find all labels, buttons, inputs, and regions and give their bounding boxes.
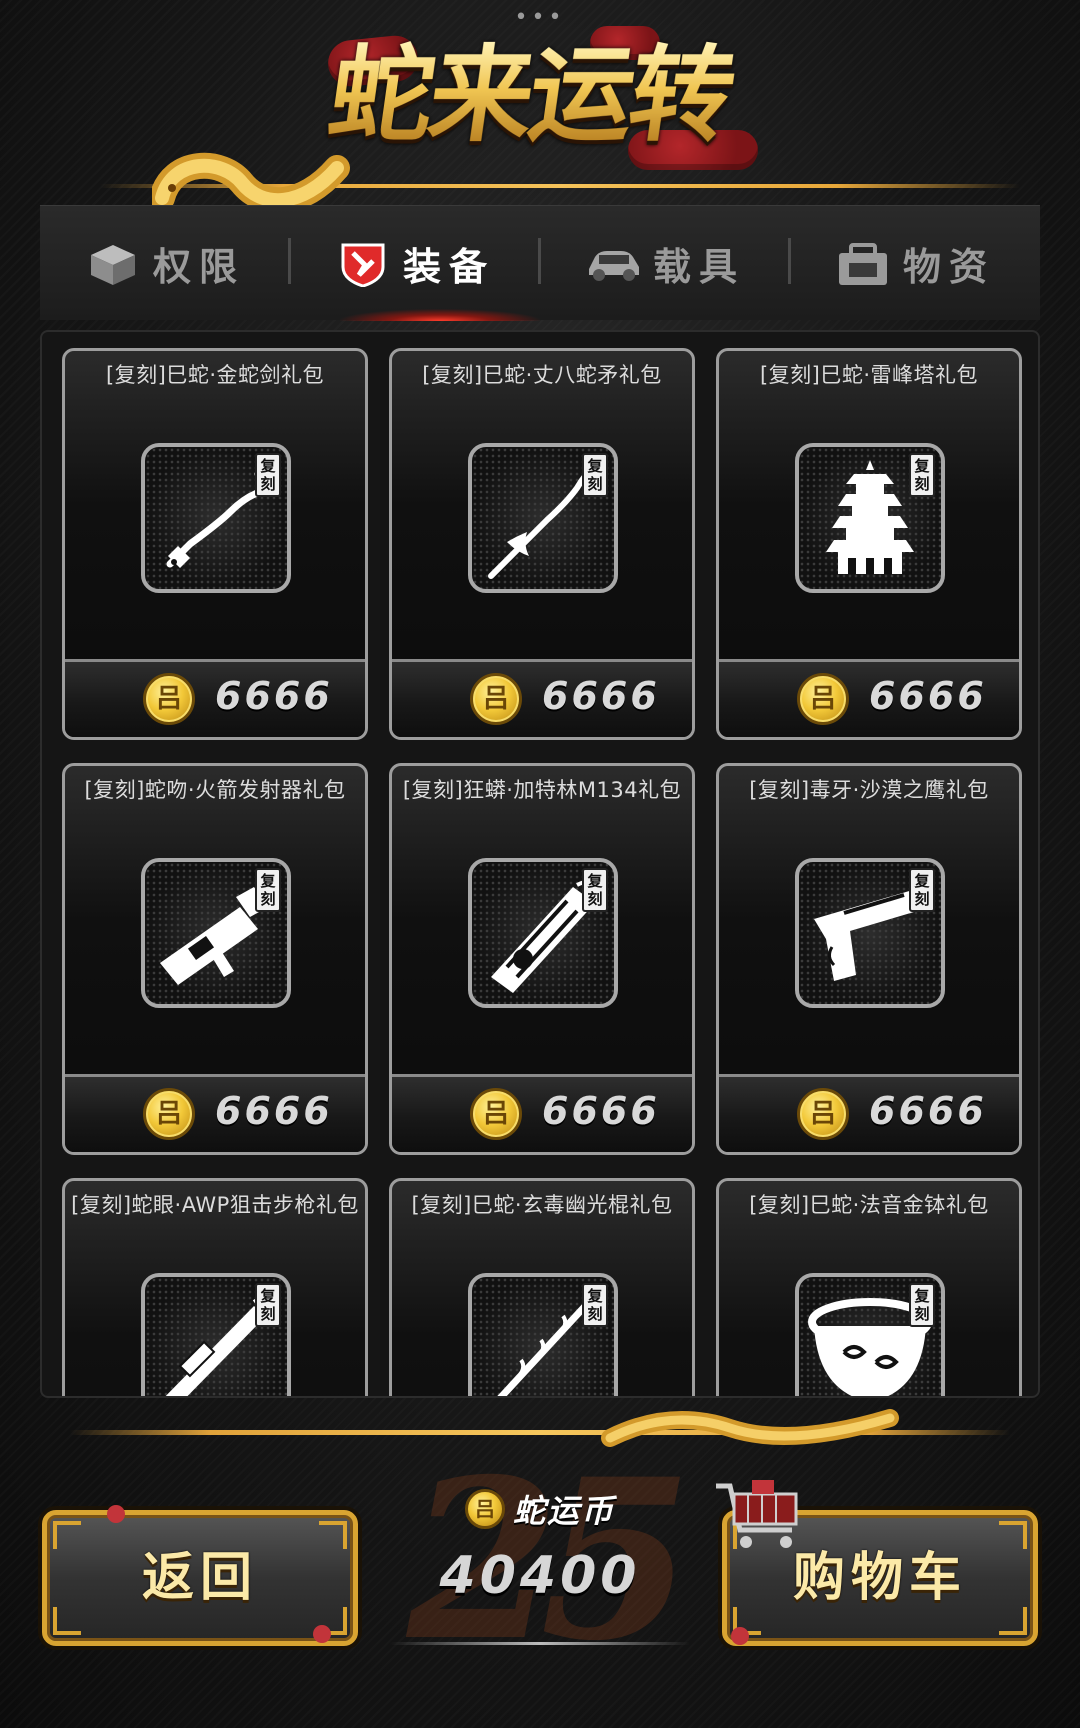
back-button-label: 返回 xyxy=(141,1548,258,1608)
coin-icon: 吕 xyxy=(464,1489,505,1529)
item-price: 6666 xyxy=(869,674,987,718)
tab-label: 权限 xyxy=(152,245,245,289)
price-bar: 吕 6666 xyxy=(719,659,1019,737)
item-icon-frame: 复刻 xyxy=(468,443,618,593)
item-icon-frame: 复刻 xyxy=(141,443,291,593)
rerun-badge: 复刻 xyxy=(909,453,935,497)
tab-supplies[interactable]: 物资 xyxy=(790,206,1040,321)
item-card[interactable]: [复刻]蛇吻·火箭发射器礼包 复刻 吕 6666 xyxy=(62,763,368,1155)
tab-label: 物资 xyxy=(902,245,995,289)
price-bar: 吕 6666 xyxy=(392,1074,692,1152)
coin-icon: 吕 xyxy=(470,673,522,725)
item-icon-frame: 复刻 xyxy=(468,1273,618,1396)
item-price: 6666 xyxy=(542,674,660,718)
price-bar: 吕 6666 xyxy=(65,1074,365,1152)
coin-icon: 吕 xyxy=(143,1088,195,1140)
item-card[interactable]: [复刻]毒牙·沙漠之鹰礼包 复刻 吕 6666 xyxy=(716,763,1022,1155)
coin-icon: 吕 xyxy=(797,1088,849,1140)
shopping-cart-icon xyxy=(716,1480,798,1548)
back-button[interactable]: 返回 xyxy=(42,1505,358,1646)
category-tabs: 权限 装备 载具 物资 xyxy=(40,205,1040,321)
item-price: 6666 xyxy=(869,1089,987,1133)
car-icon xyxy=(588,250,639,281)
tab-label: 载具 xyxy=(652,245,745,289)
event-title: 蛇来运转 xyxy=(292,33,767,156)
tab-permissions[interactable]: 权限 xyxy=(40,206,290,321)
item-icon-frame: 复刻 xyxy=(795,858,945,1008)
rerun-badge: 复刻 xyxy=(909,1283,935,1327)
rerun-badge: 复刻 xyxy=(255,453,281,497)
active-tab-indicator xyxy=(340,309,540,321)
golden-snake-icon xyxy=(601,1409,899,1447)
price-bar: 吕 6666 xyxy=(392,659,692,737)
box-icon xyxy=(90,244,135,285)
item-card[interactable]: [复刻]巳蛇·法音金钵礼包 复刻 xyxy=(716,1178,1022,1396)
event-header: 蛇来运转 xyxy=(0,0,1080,214)
item-price: 6666 xyxy=(542,1089,660,1133)
item-card[interactable]: [复刻]狂蟒·加特林M134礼包 复刻 吕 6666 xyxy=(389,763,695,1155)
currency-label: 蛇运币 xyxy=(512,1492,615,1530)
item-card[interactable]: [复刻]蛇眼·AWP狙击步枪礼包 复刻 xyxy=(62,1178,368,1396)
item-card[interactable]: [复刻]巳蛇·金蛇剑礼包 复刻 吕 6666 xyxy=(62,348,368,740)
item-icon-frame: 复刻 xyxy=(141,858,291,1008)
item-title: [复刻]巳蛇·丈八蛇矛礼包 xyxy=(422,363,662,387)
divider xyxy=(390,1642,690,1645)
price-bar: 吕 6666 xyxy=(65,659,365,737)
item-card[interactable]: [复刻]巳蛇·玄毒幽光棍礼包 复刻 xyxy=(389,1178,695,1396)
rerun-badge: 复刻 xyxy=(909,868,935,912)
rerun-badge: 复刻 xyxy=(582,453,608,497)
item-price: 6666 xyxy=(215,674,333,718)
supply-crate-icon xyxy=(838,242,887,285)
coin-icon: 吕 xyxy=(470,1088,522,1140)
tab-equipment[interactable]: 装备 xyxy=(290,206,540,321)
item-title: [复刻]巳蛇·金蛇剑礼包 xyxy=(105,363,325,387)
rerun-badge: 复刻 xyxy=(582,868,608,912)
item-price: 6666 xyxy=(215,1089,333,1133)
item-title: [复刻]蛇眼·AWP狙击步枪礼包 xyxy=(71,1193,359,1217)
shield-emblem-icon xyxy=(341,243,385,287)
currency-display: 吕 蛇运币 40400 xyxy=(370,1484,710,1645)
tab-label: 装备 xyxy=(402,245,495,289)
coin-icon: 吕 xyxy=(797,673,849,725)
item-title: [复刻]蛇吻·火箭发射器礼包 xyxy=(84,778,346,802)
item-card[interactable]: [复刻]巳蛇·雷峰塔礼包 复刻 吕 6666 xyxy=(716,348,1022,740)
item-title: [复刻]毒牙·沙漠之鹰礼包 xyxy=(749,778,989,802)
item-icon-frame: 复刻 xyxy=(795,1273,945,1396)
tab-vehicles[interactable]: 载具 xyxy=(540,206,790,321)
item-card[interactable]: [复刻]巳蛇·丈八蛇矛礼包 复刻 吕 6666 xyxy=(389,348,695,740)
item-icon-frame: 复刻 xyxy=(468,858,618,1008)
item-title: [复刻]巳蛇·法音金钵礼包 xyxy=(749,1193,989,1217)
coin-icon: 吕 xyxy=(143,673,195,725)
item-title: [复刻]狂蟒·加特林M134礼包 xyxy=(402,778,682,802)
currency-amount: 40400 xyxy=(439,1546,641,1606)
item-title: [复刻]巳蛇·雷峰塔礼包 xyxy=(759,363,979,387)
item-grid[interactable]: [复刻]巳蛇·金蛇剑礼包 复刻 吕 6666 [复刻]巳蛇·丈八蛇矛礼包 复刻 … xyxy=(40,330,1040,1398)
item-icon-frame: 复刻 xyxy=(141,1273,291,1396)
rerun-badge: 复刻 xyxy=(255,868,281,912)
rerun-badge: 复刻 xyxy=(582,1283,608,1327)
item-title: [复刻]巳蛇·玄毒幽光棍礼包 xyxy=(411,1193,673,1217)
item-icon-frame: 复刻 xyxy=(795,443,945,593)
price-bar: 吕 6666 xyxy=(719,1074,1019,1152)
rerun-badge: 复刻 xyxy=(255,1283,281,1327)
